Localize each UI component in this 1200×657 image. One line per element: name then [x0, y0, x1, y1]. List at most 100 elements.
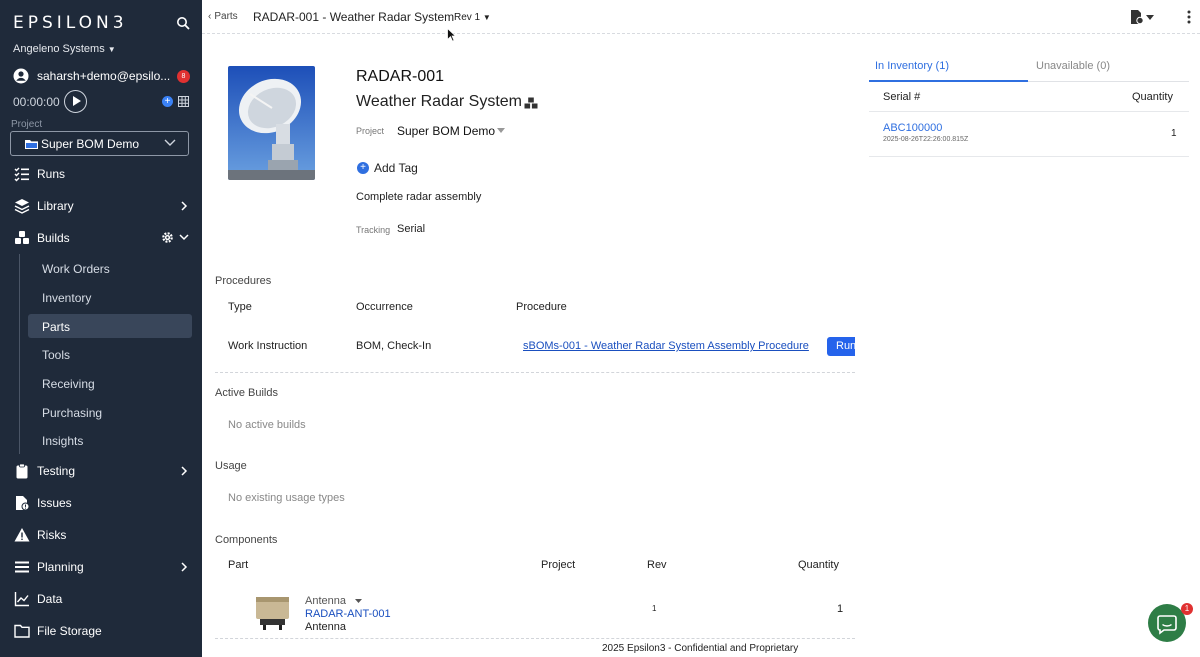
page-title: RADAR-001 - Weather Radar System	[253, 10, 455, 24]
add-tag-button[interactable]: Add Tag	[374, 161, 418, 175]
line-chart-icon	[14, 592, 29, 607]
nav-issues-label: Issues	[37, 496, 72, 510]
sidebar-item-label: Inventory	[42, 291, 92, 305]
procedure-link[interactable]: sBOMs-001 - Weather Radar System Assembl…	[523, 340, 809, 352]
nav-builds-label: Builds	[37, 231, 70, 245]
tab-in-inventory[interactable]: In Inventory (1)	[875, 60, 949, 72]
user-menu[interactable]: saharsh+demo@epsilo... 8	[13, 68, 193, 84]
nav-testing[interactable]: Testing	[0, 459, 202, 483]
active-builds-empty: No active builds	[228, 419, 306, 431]
cubes-icon	[524, 97, 538, 109]
nav-file-storage[interactable]: File Storage	[0, 619, 202, 643]
chevron-right-icon	[181, 201, 188, 211]
chat-badge: 1	[1181, 603, 1193, 615]
chevron-down-icon	[179, 234, 189, 241]
gear-icon[interactable]	[161, 231, 174, 244]
file-warning-icon	[16, 496, 30, 511]
radar-dish-image	[228, 66, 315, 180]
procedure-type: Work Instruction	[228, 340, 308, 352]
sidebar-item-receiving[interactable]: Receiving	[28, 371, 192, 395]
chevron-left-icon: ‹	[208, 11, 212, 22]
tracking-value: Serial	[397, 223, 426, 235]
nav-runs[interactable]: Runs	[0, 162, 202, 186]
warning-triangle-icon	[14, 528, 30, 542]
inventory-serial-link[interactable]: ABC100000	[883, 122, 942, 134]
sidebar-item-label: Work Orders	[42, 262, 110, 276]
revision-select[interactable]: Rev 1 ▼	[454, 12, 491, 23]
sidebar-item-label: Parts	[42, 320, 71, 334]
nav-builds[interactable]: Builds	[0, 226, 202, 250]
sidebar-item-tools[interactable]: Tools	[28, 342, 192, 366]
nav-planning-label: Planning	[37, 560, 84, 574]
tab-unavailable[interactable]: Unavailable (0)	[1036, 60, 1110, 72]
part-project-select[interactable]: Super BOM Demo	[397, 124, 495, 138]
chevron-down-icon[interactable]	[497, 128, 505, 133]
more-options-icon[interactable]	[1187, 10, 1191, 24]
component-name[interactable]: Antenna	[305, 595, 346, 607]
app-logo[interactable]: EPSILON3	[13, 13, 128, 33]
run-procedure-button[interactable]: Run	[827, 337, 855, 356]
chevron-down-icon	[164, 139, 176, 146]
section-divider	[215, 372, 855, 373]
top-bar: ‹ Parts RADAR-001 - Weather Radar System …	[202, 0, 1200, 34]
chevron-down-icon: ▼	[107, 45, 116, 54]
user-avatar-icon	[13, 68, 29, 84]
folder-icon	[25, 140, 38, 149]
inventory-header-serial: Serial #	[883, 91, 921, 103]
nav-testing-label: Testing	[37, 464, 76, 478]
builds-submenu-line	[19, 254, 20, 454]
add-icon[interactable]: +	[162, 96, 173, 107]
sidebar-item-work-orders[interactable]: Work Orders	[28, 256, 192, 280]
sidebar-item-label: Purchasing	[42, 406, 103, 420]
procedures-header-procedure: Procedure	[516, 301, 567, 313]
part-image[interactable]	[228, 66, 315, 180]
nav-data[interactable]: Data	[0, 587, 202, 611]
footer-text: 2025 Epsilon3 - Confidential and Proprie…	[602, 643, 799, 654]
nav-data-label: Data	[37, 592, 63, 606]
menu-lines-icon	[15, 561, 29, 573]
inventory-divider	[869, 111, 1189, 112]
usage-empty: No existing usage types	[228, 492, 345, 504]
project-label: Project	[356, 126, 385, 136]
sidebar-item-inventory[interactable]: Inventory	[28, 285, 192, 309]
nav-runs-label: Runs	[37, 167, 66, 181]
components-title: Components	[215, 534, 278, 546]
component-rev: 1	[652, 604, 657, 613]
project-select[interactable]: Super BOM Demo	[10, 131, 189, 156]
checklist-icon	[14, 167, 29, 182]
nav-planning[interactable]: Planning	[0, 555, 202, 579]
usage-title: Usage	[215, 460, 247, 472]
search-icon[interactable]	[176, 16, 190, 30]
antenna-image	[256, 597, 289, 630]
nav-file-storage-label: File Storage	[37, 624, 102, 638]
calendar-grid-icon[interactable]	[178, 96, 189, 107]
nav-risks[interactable]: Risks	[0, 523, 202, 547]
part-description[interactable]: Complete radar assembly	[356, 191, 481, 203]
chevron-right-icon	[181, 562, 188, 572]
play-timer-button[interactable]	[64, 90, 87, 113]
nav-library[interactable]: Library	[0, 194, 202, 218]
component-part-link[interactable]: RADAR-ANT-001	[305, 608, 391, 620]
sidebar-item-purchasing[interactable]: Purchasing	[28, 400, 192, 424]
sidebar-item-label: Insights	[42, 434, 84, 448]
procedures-header-occurrence: Occurrence	[356, 301, 413, 313]
chevron-down-icon: ▼	[482, 13, 491, 22]
chevron-down-icon[interactable]	[355, 599, 362, 603]
project-label: Project	[11, 119, 43, 130]
nav-issues[interactable]: Issues	[0, 491, 202, 515]
sidebar-item-parts[interactable]: Parts	[28, 314, 192, 338]
folder-icon	[14, 624, 30, 638]
component-description: Antenna	[305, 621, 346, 633]
chevron-right-icon	[181, 466, 188, 476]
breadcrumb[interactable]: ‹ Parts	[208, 11, 238, 22]
notification-badge[interactable]: 8	[177, 70, 190, 83]
document-menu-icon[interactable]	[1130, 10, 1156, 24]
add-tag-icon[interactable]: +	[357, 162, 369, 174]
user-email: saharsh+demo@epsilo...	[37, 69, 171, 83]
components-header-quantity: Quantity	[798, 559, 839, 571]
sidebar-item-insights[interactable]: Insights	[28, 428, 192, 452]
org-selector[interactable]: Angeleno Systems ▼	[13, 43, 116, 55]
mouse-cursor-icon	[447, 28, 456, 42]
revision-label: Rev 1	[454, 12, 481, 23]
components-header-project: Project	[541, 559, 576, 571]
